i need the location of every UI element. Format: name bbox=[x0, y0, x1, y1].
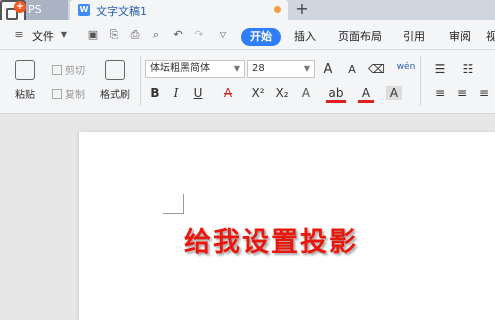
undo-icon[interactable]: ↶ bbox=[172, 29, 184, 41]
chevron-down-icon: ▼ bbox=[303, 64, 310, 73]
plus-badge-icon: + bbox=[14, 1, 26, 13]
redo-icon[interactable]: ↷ bbox=[193, 29, 205, 41]
tab-home[interactable]: 开始 bbox=[241, 28, 281, 46]
scissors-icon bbox=[52, 65, 62, 75]
bold-button[interactable]: B bbox=[147, 86, 163, 100]
cut-label: 剪切 bbox=[65, 66, 85, 77]
ribbon-toolbar: 粘贴 剪切 复制 格式刷 体坛粗黑简体 ▼ 28 ▼ A A ⌫ wén B I… bbox=[0, 50, 495, 114]
align-center-icon[interactable]: ≡ bbox=[454, 86, 470, 100]
tab-page-layout[interactable]: 页面布局 bbox=[338, 28, 382, 44]
writer-doc-icon: W bbox=[78, 4, 90, 16]
font-name-value: 体坛粗黑简体 bbox=[150, 63, 210, 74]
format-painter-label: 格式刷 bbox=[100, 90, 130, 101]
document-body-text[interactable]: 给我设置投影 bbox=[184, 220, 358, 259]
bullet-list-icon[interactable]: ☰ bbox=[432, 62, 448, 76]
text-effect-button[interactable]: A bbox=[298, 86, 314, 100]
print-preview-icon[interactable]: ⌕ bbox=[150, 29, 162, 41]
customize-toolbar-chevron-icon[interactable]: ▽ bbox=[217, 29, 229, 41]
paste-icon bbox=[15, 60, 35, 80]
char-shading-button[interactable]: A bbox=[386, 86, 402, 100]
copy-icon bbox=[52, 89, 62, 99]
paste-button[interactable]: 粘贴 bbox=[10, 60, 40, 101]
save-icon[interactable]: ▣ bbox=[87, 29, 99, 41]
print-icon[interactable]: ⎙ bbox=[129, 29, 141, 41]
file-dropdown-chevron-icon[interactable]: ▼ bbox=[58, 29, 70, 41]
margin-corner-mark bbox=[183, 194, 184, 214]
app-window: PS W 文字文稿1 + + ≡ 文件 ▼ ▣ ⎘ ⎙ ⌕ ↶ ↷ ▽ 开始 插… bbox=[0, 0, 495, 320]
unsaved-indicator-icon bbox=[274, 6, 281, 13]
margin-corner-mark bbox=[163, 213, 184, 214]
tab-document-title: 文字文稿1 bbox=[96, 5, 147, 18]
phonetic-guide-button[interactable]: wén bbox=[392, 62, 420, 72]
export-pdf-icon[interactable]: ⎘ bbox=[108, 29, 120, 41]
grow-font-button[interactable]: A bbox=[320, 62, 336, 77]
file-menu[interactable]: 文件 bbox=[32, 28, 54, 44]
italic-button[interactable]: I bbox=[168, 86, 184, 100]
font-color-button[interactable]: A bbox=[358, 86, 374, 103]
chevron-down-icon: ▼ bbox=[233, 64, 240, 73]
copy-button[interactable]: 复制 bbox=[52, 86, 85, 101]
font-size-value: 28 bbox=[252, 63, 265, 74]
format-painter-button[interactable]: 格式刷 bbox=[98, 60, 132, 101]
highlight-button[interactable]: ab bbox=[326, 86, 346, 103]
underline-button[interactable]: U bbox=[190, 86, 206, 100]
copy-label: 复制 bbox=[65, 90, 85, 101]
brush-icon bbox=[105, 60, 125, 80]
hamburger-menu-icon[interactable]: ≡ bbox=[13, 29, 25, 41]
paste-label: 粘贴 bbox=[15, 90, 35, 101]
cut-button[interactable]: 剪切 bbox=[52, 62, 85, 77]
tab-view[interactable]: 视 bbox=[486, 28, 495, 44]
shrink-font-button[interactable]: A bbox=[344, 63, 360, 76]
ribbon-divider bbox=[140, 56, 141, 106]
tab-document[interactable]: W 文字文稿1 bbox=[70, 0, 288, 20]
tab-review[interactable]: 审阅 bbox=[449, 28, 471, 44]
tab-wps-home-label: PS bbox=[28, 3, 42, 16]
tab-insert[interactable]: 插入 bbox=[294, 28, 316, 44]
ribbon-divider bbox=[420, 56, 421, 106]
font-size-select[interactable]: 28 ▼ bbox=[247, 60, 315, 78]
clear-format-icon[interactable]: ⌫ bbox=[368, 62, 385, 76]
subscript-button[interactable]: X₂ bbox=[272, 86, 292, 100]
superscript-button[interactable]: X² bbox=[248, 86, 268, 100]
tab-references[interactable]: 引用 bbox=[403, 28, 425, 44]
menu-bar: ≡ 文件 ▼ ▣ ⎘ ⎙ ⌕ ↶ ↷ ▽ 开始 插入 页面布局 引用 审阅 视 bbox=[0, 20, 495, 50]
font-name-select[interactable]: 体坛粗黑简体 ▼ bbox=[145, 60, 245, 78]
new-tab-button[interactable]: + bbox=[292, 0, 312, 20]
align-right-icon[interactable]: ≡ bbox=[476, 86, 492, 100]
numbered-list-icon[interactable]: ☷ bbox=[460, 62, 476, 76]
strikethrough-button[interactable]: A bbox=[220, 86, 236, 100]
tab-bar: PS W 文字文稿1 + bbox=[0, 0, 495, 20]
align-left-icon[interactable]: ≡ bbox=[432, 86, 448, 100]
